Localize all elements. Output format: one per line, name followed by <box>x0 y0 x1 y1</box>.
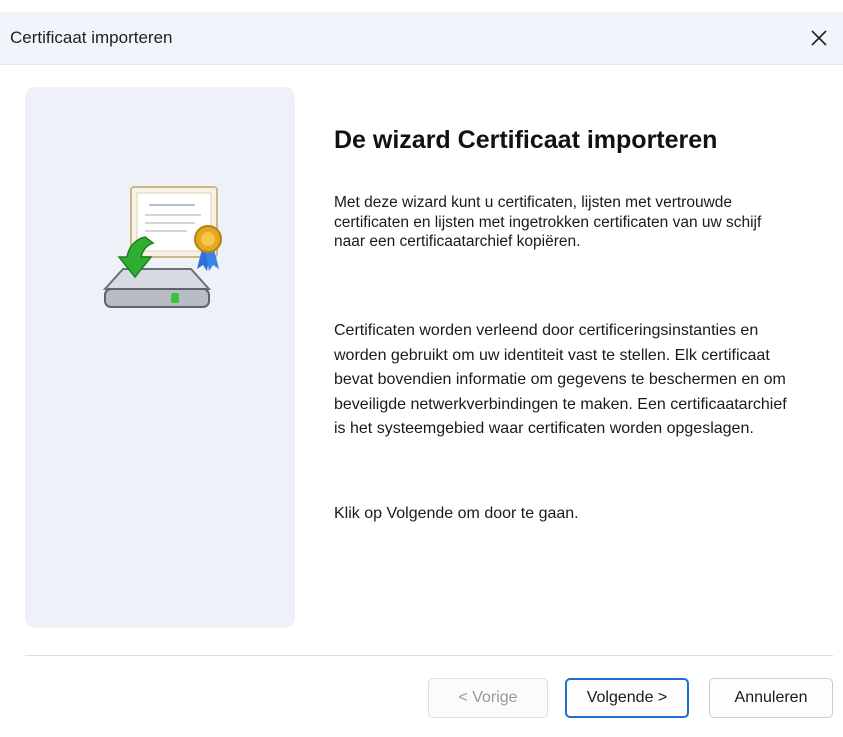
dialog-window: Certificaat importeren De wizard Certifi… <box>0 0 843 737</box>
next-button[interactable]: Volgende > <box>565 678 689 718</box>
instruction-paragraph: Klik op Volgende om door te gaan. <box>334 505 579 522</box>
intro-paragraph: Met deze wizard kunt u certificaten, lij… <box>334 194 762 250</box>
certificate-import-icon <box>102 186 222 308</box>
close-icon <box>811 30 827 46</box>
wizard-content: De wizard Certificaat importeren Met dez… <box>334 125 814 522</box>
window-title: Certificaat importeren <box>10 28 173 47</box>
previous-button[interactable]: < Vorige <box>428 678 548 718</box>
close-button[interactable] <box>803 22 835 54</box>
footer-divider <box>25 655 833 656</box>
wizard-heading: De wizard Certificaat importeren <box>334 126 718 154</box>
cancel-button[interactable]: Annuleren <box>709 678 833 718</box>
info-paragraph: Certificaten worden verleend door certif… <box>334 322 787 437</box>
title-bar: Certificaat importeren <box>0 12 843 65</box>
wizard-side-panel <box>25 87 295 628</box>
